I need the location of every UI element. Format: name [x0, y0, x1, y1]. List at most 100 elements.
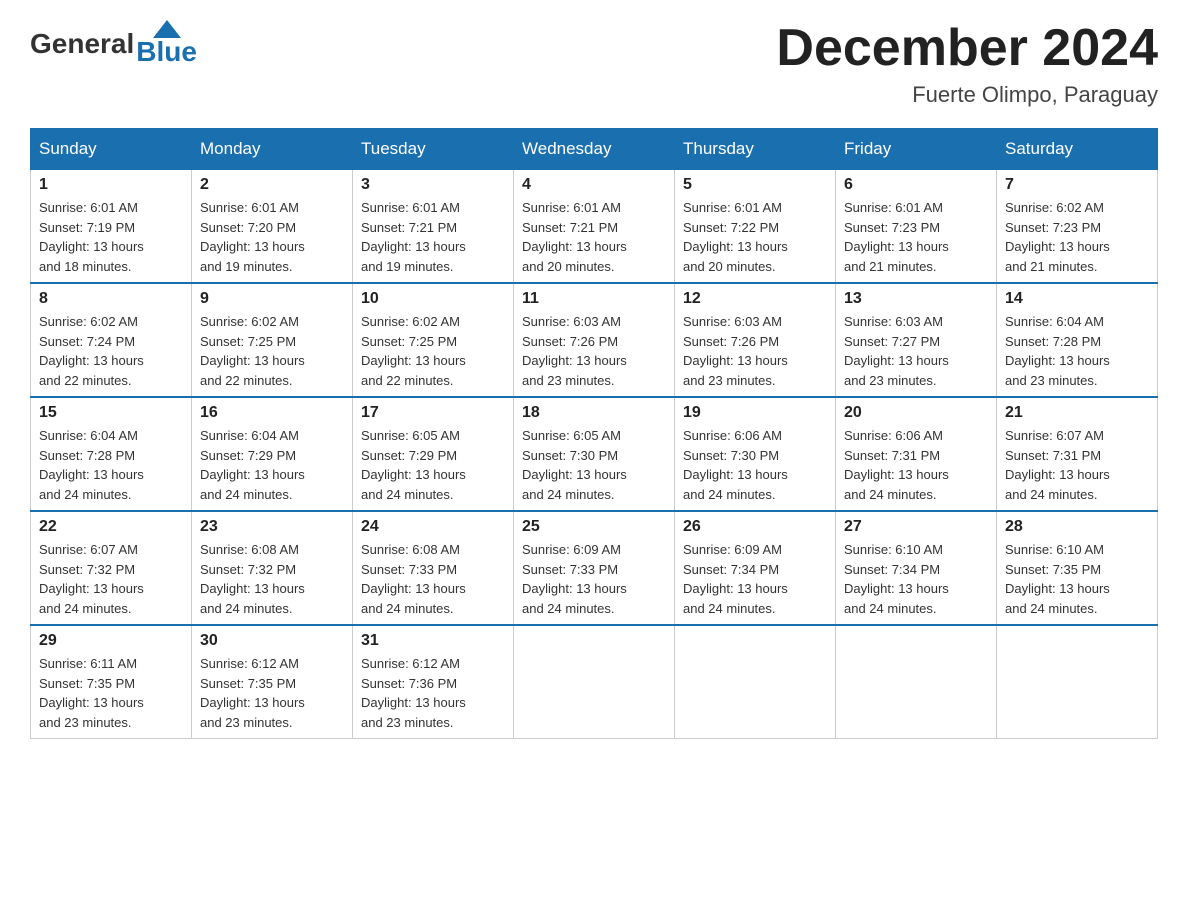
header-saturday: Saturday — [997, 129, 1158, 170]
day-info: Sunrise: 6:03 AMSunset: 7:26 PMDaylight:… — [683, 312, 827, 390]
day-number: 16 — [200, 404, 344, 422]
day-info: Sunrise: 6:05 AMSunset: 7:29 PMDaylight:… — [361, 426, 505, 504]
day-info: Sunrise: 6:01 AMSunset: 7:22 PMDaylight:… — [683, 198, 827, 276]
calendar-header-row: SundayMondayTuesdayWednesdayThursdayFrid… — [31, 129, 1158, 170]
calendar-week-row: 22 Sunrise: 6:07 AMSunset: 7:32 PMDayligh… — [31, 511, 1158, 625]
calendar-cell: 26 Sunrise: 6:09 AMSunset: 7:34 PMDayligh… — [675, 511, 836, 625]
day-info: Sunrise: 6:08 AMSunset: 7:33 PMDaylight:… — [361, 540, 505, 618]
day-number: 6 — [844, 176, 988, 194]
day-info: Sunrise: 6:09 AMSunset: 7:33 PMDaylight:… — [522, 540, 666, 618]
day-number: 15 — [39, 404, 183, 422]
day-info: Sunrise: 6:01 AMSunset: 7:20 PMDaylight:… — [200, 198, 344, 276]
day-info: Sunrise: 6:01 AMSunset: 7:23 PMDaylight:… — [844, 198, 988, 276]
day-number: 12 — [683, 290, 827, 308]
day-number: 4 — [522, 176, 666, 194]
day-info: Sunrise: 6:03 AMSunset: 7:26 PMDaylight:… — [522, 312, 666, 390]
day-info: Sunrise: 6:02 AMSunset: 7:25 PMDaylight:… — [361, 312, 505, 390]
calendar-cell: 5 Sunrise: 6:01 AMSunset: 7:22 PMDaylight… — [675, 170, 836, 284]
logo-general-text: General — [30, 28, 134, 60]
calendar-cell: 11 Sunrise: 6:03 AMSunset: 7:26 PMDayligh… — [514, 283, 675, 397]
day-info: Sunrise: 6:04 AMSunset: 7:29 PMDaylight:… — [200, 426, 344, 504]
calendar-cell — [514, 625, 675, 739]
day-info: Sunrise: 6:12 AMSunset: 7:36 PMDaylight:… — [361, 654, 505, 732]
day-number: 1 — [39, 176, 183, 194]
calendar-cell: 13Sunrise: 6:03 AMSunset: 7:27 PMDayligh… — [836, 283, 997, 397]
day-info: Sunrise: 6:01 AMSunset: 7:21 PMDaylight:… — [522, 198, 666, 276]
day-number: 2 — [200, 176, 344, 194]
day-info: Sunrise: 6:01 AMSunset: 7:19 PMDaylight:… — [39, 198, 183, 276]
day-number: 18 — [522, 404, 666, 422]
calendar-cell: 19 Sunrise: 6:06 AMSunset: 7:30 PMDayligh… — [675, 397, 836, 511]
calendar-table: SundayMondayTuesdayWednesdayThursdayFrid… — [30, 128, 1158, 739]
day-number: 31 — [361, 632, 505, 650]
calendar-cell: 10 Sunrise: 6:02 AMSunset: 7:25 PMDayligh… — [353, 283, 514, 397]
calendar-week-row: 1 Sunrise: 6:01 AMSunset: 7:19 PMDaylight… — [31, 170, 1158, 284]
calendar-cell: 22 Sunrise: 6:07 AMSunset: 7:32 PMDayligh… — [31, 511, 192, 625]
day-info: Sunrise: 6:07 AMSunset: 7:32 PMDaylight:… — [39, 540, 183, 618]
calendar-cell: 9Sunrise: 6:02 AMSunset: 7:25 PMDaylight… — [192, 283, 353, 397]
day-info: Sunrise: 6:07 AMSunset: 7:31 PMDaylight:… — [1005, 426, 1149, 504]
day-number: 27 — [844, 518, 988, 536]
logo-blue-part: Blue — [136, 20, 197, 68]
location-subtitle: Fuerte Olimpo, Paraguay — [776, 82, 1158, 108]
day-number: 21 — [1005, 404, 1149, 422]
calendar-cell: 28Sunrise: 6:10 AMSunset: 7:35 PMDayligh… — [997, 511, 1158, 625]
calendar-week-row: 8 Sunrise: 6:02 AMSunset: 7:24 PMDaylight… — [31, 283, 1158, 397]
calendar-cell: 25 Sunrise: 6:09 AMSunset: 7:33 PMDayligh… — [514, 511, 675, 625]
day-number: 3 — [361, 176, 505, 194]
day-number: 26 — [683, 518, 827, 536]
day-info: Sunrise: 6:06 AMSunset: 7:31 PMDaylight:… — [844, 426, 988, 504]
day-number: 14 — [1005, 290, 1149, 308]
calendar-cell: 30 Sunrise: 6:12 AMSunset: 7:35 PMDayligh… — [192, 625, 353, 739]
calendar-cell: 15 Sunrise: 6:04 AMSunset: 7:28 PMDayligh… — [31, 397, 192, 511]
calendar-cell: 17 Sunrise: 6:05 AMSunset: 7:29 PMDayligh… — [353, 397, 514, 511]
day-number: 7 — [1005, 176, 1149, 194]
month-year-title: December 2024 — [776, 20, 1158, 77]
calendar-cell — [836, 625, 997, 739]
logo-blue-text: Blue — [136, 36, 197, 68]
day-info: Sunrise: 6:10 AMSunset: 7:34 PMDaylight:… — [844, 540, 988, 618]
calendar-cell: 29Sunrise: 6:11 AMSunset: 7:35 PMDayligh… — [31, 625, 192, 739]
day-number: 8 — [39, 290, 183, 308]
page-header: General Blue December 2024 Fuerte Olimpo… — [30, 20, 1158, 108]
calendar-cell: 31 Sunrise: 6:12 AMSunset: 7:36 PMDayligh… — [353, 625, 514, 739]
day-info: Sunrise: 6:10 AMSunset: 7:35 PMDaylight:… — [1005, 540, 1149, 618]
header-wednesday: Wednesday — [514, 129, 675, 170]
calendar-cell: 16 Sunrise: 6:04 AMSunset: 7:29 PMDayligh… — [192, 397, 353, 511]
calendar-cell: 18 Sunrise: 6:05 AMSunset: 7:30 PMDayligh… — [514, 397, 675, 511]
day-info: Sunrise: 6:06 AMSunset: 7:30 PMDaylight:… — [683, 426, 827, 504]
header-friday: Friday — [836, 129, 997, 170]
day-number: 11 — [522, 290, 666, 308]
calendar-cell: 14Sunrise: 6:04 AMSunset: 7:28 PMDayligh… — [997, 283, 1158, 397]
day-number: 25 — [522, 518, 666, 536]
header-tuesday: Tuesday — [353, 129, 514, 170]
calendar-cell: 7Sunrise: 6:02 AMSunset: 7:23 PMDaylight… — [997, 170, 1158, 284]
calendar-cell: 8 Sunrise: 6:02 AMSunset: 7:24 PMDaylight… — [31, 283, 192, 397]
day-info: Sunrise: 6:05 AMSunset: 7:30 PMDaylight:… — [522, 426, 666, 504]
calendar-cell: 2 Sunrise: 6:01 AMSunset: 7:20 PMDaylight… — [192, 170, 353, 284]
calendar-week-row: 29Sunrise: 6:11 AMSunset: 7:35 PMDayligh… — [31, 625, 1158, 739]
day-info: Sunrise: 6:12 AMSunset: 7:35 PMDaylight:… — [200, 654, 344, 732]
day-number: 24 — [361, 518, 505, 536]
day-number: 30 — [200, 632, 344, 650]
day-number: 23 — [200, 518, 344, 536]
day-info: Sunrise: 6:08 AMSunset: 7:32 PMDaylight:… — [200, 540, 344, 618]
day-number: 22 — [39, 518, 183, 536]
calendar-cell: 21 Sunrise: 6:07 AMSunset: 7:31 PMDayligh… — [997, 397, 1158, 511]
header-thursday: Thursday — [675, 129, 836, 170]
day-info: Sunrise: 6:02 AMSunset: 7:24 PMDaylight:… — [39, 312, 183, 390]
logo: General Blue — [30, 20, 197, 68]
calendar-cell: 1 Sunrise: 6:01 AMSunset: 7:19 PMDaylight… — [31, 170, 192, 284]
day-number: 5 — [683, 176, 827, 194]
day-number: 17 — [361, 404, 505, 422]
calendar-cell: 27 Sunrise: 6:10 AMSunset: 7:34 PMDayligh… — [836, 511, 997, 625]
calendar-cell: 6 Sunrise: 6:01 AMSunset: 7:23 PMDaylight… — [836, 170, 997, 284]
day-number: 10 — [361, 290, 505, 308]
day-info: Sunrise: 6:04 AMSunset: 7:28 PMDaylight:… — [39, 426, 183, 504]
title-section: December 2024 Fuerte Olimpo, Paraguay — [776, 20, 1158, 108]
day-number: 19 — [683, 404, 827, 422]
calendar-cell — [675, 625, 836, 739]
day-info: Sunrise: 6:03 AMSunset: 7:27 PMDaylight:… — [844, 312, 988, 390]
day-info: Sunrise: 6:09 AMSunset: 7:34 PMDaylight:… — [683, 540, 827, 618]
header-sunday: Sunday — [31, 129, 192, 170]
